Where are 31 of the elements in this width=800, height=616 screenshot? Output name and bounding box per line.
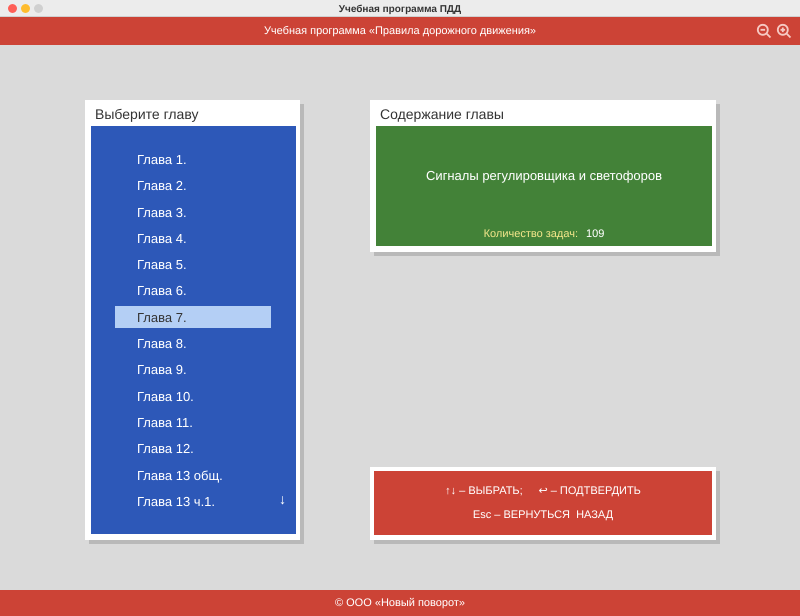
- chapter-item[interactable]: Глава 10.: [115, 384, 271, 407]
- minimize-window-button[interactable]: [21, 4, 30, 12]
- app-title: Учебная программа «Правила дорожного движения»: [264, 24, 536, 37]
- more-below-indicator: ↓: [279, 490, 286, 509]
- chapter-item[interactable]: Глава 12.: [115, 437, 271, 460]
- zoom-window-button[interactable]: [34, 4, 43, 12]
- chapter-item[interactable]: Глава 8.: [115, 332, 271, 354]
- chapter-item[interactable]: Глава 13 ч.1.: [115, 490, 271, 512]
- key-hint: ↑↓ – ВЫБРАТЬ;: [445, 484, 523, 498]
- key-hint: Esc – ВЕРНУТЬСЯ НАЗАД: [472, 508, 614, 523]
- task-count-label: Количество задач:: [484, 226, 578, 242]
- chapter-item[interactable]: Глава 5.: [115, 253, 271, 276]
- close-window-button[interactable]: [8, 4, 17, 12]
- chapter-item[interactable]: Глава 7.: [115, 306, 271, 328]
- chapter-name: Сигналы регулировщика и светофоров: [426, 167, 662, 185]
- chapter-item[interactable]: Глава 3.: [115, 200, 271, 223]
- window-title: Учебная программа ПДД: [338, 4, 462, 15]
- chapter-item[interactable]: Глава 1.: [115, 148, 271, 170]
- copyright-text: © ООО «Новый поворот»: [334, 596, 466, 611]
- chapter-item[interactable]: Глава 9.: [115, 358, 271, 380]
- chapter-item[interactable]: Глава 13 общ.: [115, 464, 271, 486]
- chapter-item[interactable]: Глава 6.: [115, 279, 271, 302]
- panel-title: Содержание главы: [380, 106, 504, 122]
- key-hint: ↩ – ПОДТВЕРДИТЬ: [538, 484, 641, 498]
- zoom-out-button[interactable]: [756, 23, 772, 39]
- chapter-item[interactable]: Глава 11.: [115, 410, 271, 433]
- panel-title: Выберите главу: [95, 106, 198, 122]
- chapter-item[interactable]: Глава 2.: [115, 174, 271, 196]
- task-count-value: 109: [586, 226, 604, 242]
- zoom-in-button[interactable]: [776, 23, 792, 39]
- chapter-item[interactable]: Глава 4.: [115, 226, 271, 249]
